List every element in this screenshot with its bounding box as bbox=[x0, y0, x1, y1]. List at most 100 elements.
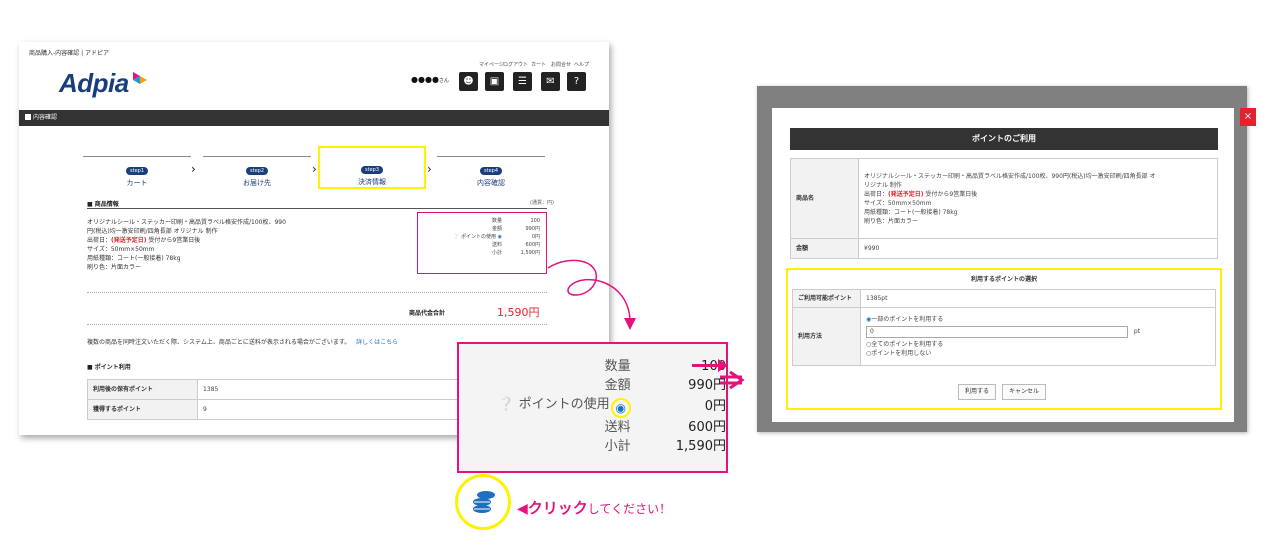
option-partial[interactable]: ◉一部のポイントを利用する bbox=[866, 315, 1210, 324]
breadcrumb: 商品購入-内容確認 | アドピア bbox=[29, 50, 110, 57]
table-row: 数量100 bbox=[451, 217, 542, 225]
step-badge: step4 bbox=[480, 167, 502, 175]
checkbox-icon bbox=[25, 114, 31, 120]
ship-suffix: 受付から9営業日後 bbox=[923, 190, 978, 198]
click-suffix: してください！ bbox=[587, 502, 672, 516]
coin-stack-icon[interactable]: ◉ bbox=[498, 234, 502, 240]
user-name: ●●●● bbox=[411, 75, 439, 84]
table-row: 小計 1,590円 bbox=[451, 249, 542, 257]
nav-help-link[interactable]: ヘルプ bbox=[574, 61, 589, 68]
divider bbox=[87, 208, 547, 209]
option-label: 一部のポイントを利用する bbox=[871, 316, 944, 323]
option-all[interactable]: ○全てのポイントを利用する bbox=[866, 340, 1210, 349]
table-row: 数量100 bbox=[471, 357, 726, 376]
step-label: 決済情報 bbox=[358, 178, 386, 186]
section-bar: 内容確認 bbox=[19, 110, 609, 126]
nav-logout-link[interactable]: ログアウト bbox=[503, 61, 528, 68]
modal-title: ポイントのご利用 bbox=[790, 128, 1218, 150]
contact-icon[interactable]: ✉ bbox=[541, 72, 560, 91]
summary-key: 小計 bbox=[491, 250, 502, 256]
summary-key: 送料 bbox=[491, 242, 502, 248]
nav-contact-link[interactable]: お問合せ bbox=[551, 61, 571, 68]
user-suffix: さん bbox=[438, 78, 449, 84]
total-label: 商品代金合計 bbox=[409, 310, 446, 317]
paper-line: 用紙種類：コート(一般接着) 78kg bbox=[87, 255, 181, 262]
nav-mypage-link[interactable]: マイページ bbox=[479, 61, 504, 68]
point-selection-panel: 利用するポイントの選択 ご利用可能ポイント 1385pt 利用方法 ◉一部のポイ… bbox=[786, 268, 1222, 410]
notice-link[interactable]: 詳しくはこちら bbox=[356, 339, 398, 346]
use-points-button[interactable]: 利用する bbox=[958, 384, 997, 400]
step-badge: step1 bbox=[126, 167, 148, 175]
product-details: オリジナルシール・ステッカー印刷・高品質ラベル格安作成/100枚、990 円(税… bbox=[87, 218, 417, 272]
product-line: 円(税込)均一激安印刷/四角長部 オリジナル 制作 bbox=[87, 228, 218, 235]
summary-value: 600円 bbox=[525, 242, 540, 248]
close-button[interactable]: × bbox=[1240, 108, 1256, 126]
summary-box: 数量 100 金額 990円 ❔ ポイントの使用 ◉ 0円 送料 600円 小計 1,59… bbox=[417, 212, 547, 274]
point-selection-table: ご利用可能ポイント 1385pt 利用方法 ◉一部のポイントを利用する 0 pt… bbox=[792, 289, 1216, 366]
step-label: お届け先 bbox=[243, 179, 271, 187]
mypage-icon[interactable]: ☻ bbox=[459, 72, 478, 91]
step-delivery[interactable]: step2 お届け先 bbox=[203, 156, 311, 187]
color-line: 刷り色：片面カラー bbox=[87, 264, 142, 271]
points-value: 1385 bbox=[197, 379, 487, 400]
summary-key: 数量 bbox=[491, 218, 502, 224]
summary-zoom-callout: 数量100 金額990円 ❔ ポイントの使用◉0円 送料 600円 小計 1,590… bbox=[457, 342, 728, 473]
option-label: ポイントを利用しない bbox=[871, 350, 932, 357]
method-options: ◉一部のポイントを利用する 0 pt ○全てのポイントを利用する ○ポイントを利… bbox=[860, 307, 1216, 366]
coin-highlight-circle bbox=[455, 474, 511, 530]
point-amount-input[interactable]: 0 bbox=[866, 326, 1128, 338]
point-unit: pt bbox=[1133, 328, 1141, 335]
divider bbox=[87, 324, 547, 325]
table-row: 利用後の保有ポイント 1385 bbox=[87, 379, 487, 400]
product-details: オリジナルシール・ステッカー印刷・高品質ラベル格安作成/100枚、990円(税込… bbox=[858, 158, 1218, 239]
cancel-button[interactable]: キャンセル bbox=[1002, 384, 1047, 400]
color-line: 刷り色：片面カラー bbox=[864, 217, 919, 225]
table-row: ❔ ポイントの使用 ◉ 0円 bbox=[471, 395, 726, 418]
lock-icon[interactable]: ▣ bbox=[485, 72, 504, 91]
ship-suffix: 受付から9営業日後 bbox=[146, 237, 201, 244]
adpia-logo[interactable]: Adpia bbox=[59, 68, 129, 99]
table-row: 小計 1,590円 bbox=[471, 437, 726, 456]
nav-cart-link[interactable]: カート bbox=[531, 61, 546, 68]
step-confirm[interactable]: step4 内容確認 bbox=[437, 156, 545, 187]
connector-arrow bbox=[547, 259, 636, 330]
coin-stack-icon[interactable] bbox=[471, 489, 497, 515]
summary-value: 990円 bbox=[525, 226, 540, 232]
question-icon: ❔ bbox=[498, 397, 515, 412]
points-section-title: ■ ポイント利用 bbox=[87, 364, 131, 371]
table-row: ご利用可能ポイント 1385pt bbox=[792, 289, 1216, 308]
zoom-key: 小計 bbox=[604, 439, 631, 454]
table-row: 送料 600円 bbox=[451, 241, 542, 249]
question-icon: ❔ bbox=[453, 234, 460, 240]
coin-stack-icon[interactable]: ◉ bbox=[610, 398, 631, 418]
user-greeting: ●●●●さん bbox=[411, 75, 449, 84]
step-payment[interactable]: step3 決済情報 bbox=[318, 146, 426, 189]
step-badge: step3 bbox=[361, 166, 383, 174]
point-input-row: 0 pt bbox=[866, 326, 1210, 338]
logo-mark-icon bbox=[133, 72, 147, 84]
option-none[interactable]: ○ポイントを利用しない bbox=[866, 349, 1210, 358]
summary-value: 0円 bbox=[531, 234, 540, 240]
table-row: 商品名 オリジナルシール・ステッカー印刷・高品質ラベル格安作成/100枚、990… bbox=[790, 158, 1218, 239]
click-word: クリック bbox=[527, 499, 588, 517]
ship-date-line: 出荷日：(発送予定日) 受付から9営業日後 bbox=[87, 236, 417, 245]
help-icon[interactable]: ? bbox=[567, 72, 586, 91]
option-label: 全てのポイントを利用する bbox=[871, 341, 944, 348]
points-table: 利用後の保有ポイント 1385 獲得するポイント 9 bbox=[87, 379, 487, 420]
ship-prefix: 出荷日： bbox=[864, 190, 889, 198]
modal-product-table: 商品名 オリジナルシール・ステッカー印刷・高品質ラベル格安作成/100枚、990… bbox=[790, 158, 1218, 259]
table-row: 利用方法 ◉一部のポイントを利用する 0 pt ○全てのポイントを利用する ○ポ… bbox=[792, 307, 1216, 366]
amount-label: 金額 bbox=[790, 238, 859, 259]
ship-date: (発送予定日) bbox=[111, 237, 147, 244]
product-label: 商品名 bbox=[790, 158, 859, 239]
cart-icon[interactable]: ☰ bbox=[513, 72, 532, 91]
chevron-right-icon: › bbox=[191, 162, 196, 176]
zoom-key: 送料 bbox=[604, 420, 631, 435]
step-cart[interactable]: step1 カート bbox=[83, 156, 191, 187]
zoom-value: 600円 bbox=[688, 420, 726, 435]
zoom-summary-table: 数量100 金額990円 ❔ ポイントの使用◉0円 送料 600円 小計 1,590… bbox=[471, 357, 726, 456]
paper-line: 用紙種類：コート(一般接着) 78kg bbox=[864, 208, 958, 216]
summary-value: 1,590円 bbox=[520, 250, 540, 256]
summary-key: 金額 bbox=[491, 226, 502, 232]
size-line: サイズ：50mm×50mm bbox=[864, 199, 932, 207]
